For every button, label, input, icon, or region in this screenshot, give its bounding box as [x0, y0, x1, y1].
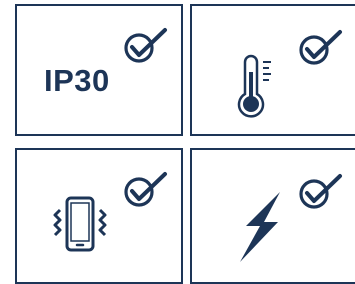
check-icon: [299, 174, 342, 209]
check-icon: [124, 172, 167, 207]
ip-rating-label: IP30: [44, 63, 110, 98]
lightning-bolt-icon: [240, 192, 280, 262]
check-icon: [124, 28, 167, 63]
thermometer-icon: [237, 54, 271, 118]
ip-rating-tile: IP30: [15, 4, 183, 136]
power-tile: [190, 148, 355, 284]
temperature-tile: [190, 4, 355, 136]
check-icon: [299, 30, 342, 65]
vibrating-phone-icon: [53, 196, 107, 252]
vibration-tile: [15, 148, 183, 284]
